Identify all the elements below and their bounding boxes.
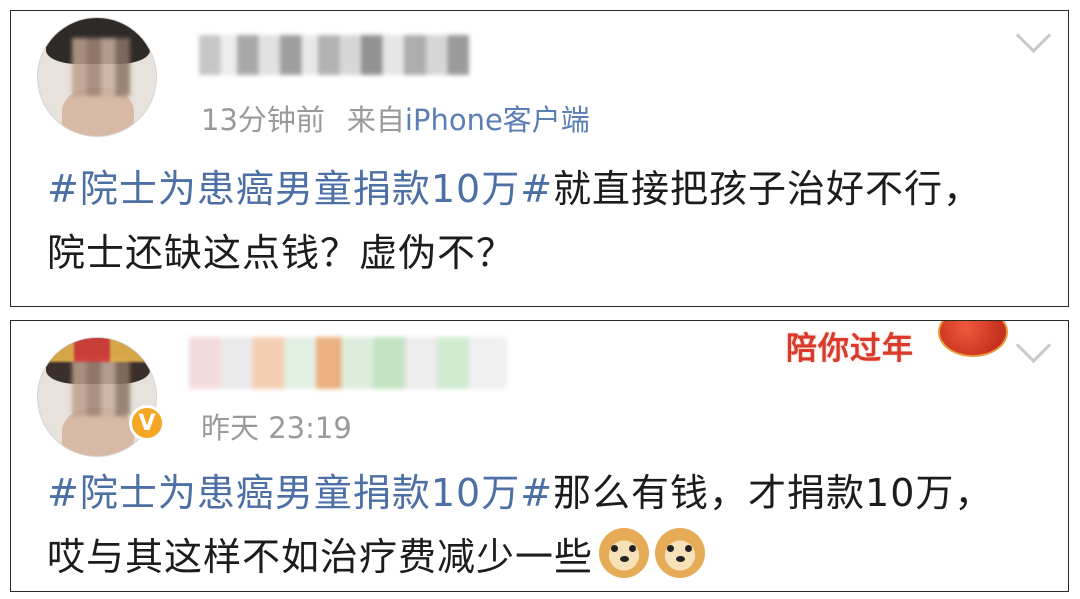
chevron-down-icon[interactable]	[1015, 327, 1052, 364]
face-mosaic	[72, 358, 130, 416]
post-time: 13分钟前	[201, 103, 325, 137]
post-text: #院士为患癌男童捐款10万#就直接把孩子治好不行，院士还缺这点钱？虚伪不？	[47, 157, 1008, 285]
post-card: 13分钟前 来自iPhone客户端 #院士为患癌男童捐款10万#就直接把孩子治好不…	[10, 10, 1069, 307]
source-label: 来自	[346, 103, 405, 137]
banner-text: 陪你过年	[786, 331, 914, 367]
avatar[interactable]	[37, 17, 157, 137]
new-year-banner: 陪你过年	[786, 321, 1012, 367]
lantern-icon	[938, 321, 1008, 357]
username-mosaic[interactable]	[189, 337, 507, 389]
post-meta: 13分钟前 来自iPhone客户端	[201, 97, 590, 139]
source-device[interactable]: iPhone客户端	[405, 103, 590, 137]
post-time: 昨天 23:19	[201, 411, 352, 445]
doge-icon	[655, 528, 706, 578]
hashtag-link[interactable]: #院士为患癌男童捐款10万#	[47, 471, 553, 515]
verified-badge-icon: V	[129, 405, 165, 441]
username-mosaic[interactable]	[199, 35, 469, 75]
new-year-hat-decoration	[38, 338, 156, 362]
post-meta: 昨天 23:19	[201, 405, 352, 447]
chevron-down-icon[interactable]	[1015, 17, 1052, 54]
post-card: V 陪你过年 昨天 23:19 #院士为患癌男童捐款10万#那么有钱，才捐款10…	[10, 320, 1069, 592]
face-mosaic	[72, 38, 130, 96]
hashtag-link[interactable]: #院士为患癌男童捐款10万#	[47, 167, 553, 211]
doge-icon	[599, 528, 650, 578]
post-text: #院士为患癌男童捐款10万#那么有钱，才捐款10万，哎与其这样不如治疗费减少一些	[47, 461, 1008, 589]
